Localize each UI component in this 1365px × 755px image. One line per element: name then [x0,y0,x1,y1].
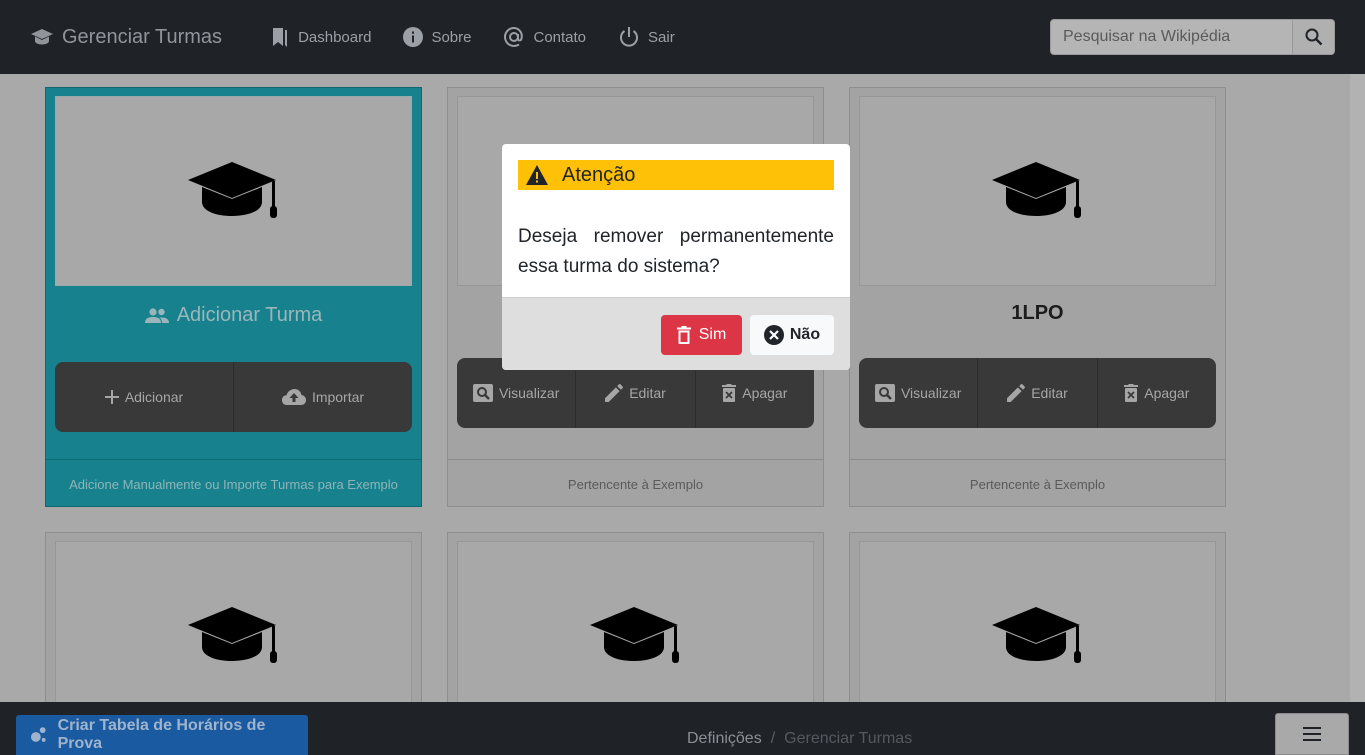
trash-icon [722,384,737,402]
users-icon [144,307,169,323]
graduation-cap-icon [589,607,679,663]
confirm-yes-button[interactable]: Sim [661,315,742,355]
bubbles-icon [30,727,46,742]
nav-dashboard-label: Dashboard [298,28,372,46]
class-card-footer: Pertencente à Exemplo [850,459,1225,508]
pencil-icon [1007,384,1026,402]
cloud-upload-icon [281,389,306,405]
class-card-actions: Visualizar Editar Apagar [859,358,1216,428]
breadcrumb-item-current: Gerenciar Turmas [784,730,913,747]
view-button[interactable]: Visualizar [859,358,979,428]
edit-button-label: Editar [629,385,666,401]
card-image [859,96,1216,286]
nav-contato-label: Contato [533,28,587,46]
power-icon [620,27,638,47]
add-card-actions: Adicionar Importar [55,362,412,432]
modal-header: Atenção [518,160,834,190]
graduation-cap-icon [187,162,277,218]
warning-icon [526,165,548,185]
add-button[interactable]: Adicionar [55,362,234,432]
nav-sobre-label: Sobre [431,28,472,46]
delete-button-label: Apagar [1144,385,1190,401]
class-card [45,532,422,731]
brand[interactable]: Gerenciar Turmas [30,26,222,49]
search-image-icon [472,384,493,402]
create-exam-schedule-button[interactable]: Criar Tabela de Horários de Prova [16,715,308,755]
search-image-icon [874,384,895,402]
bottom-bar: Criar Tabela de Horários de Prova Defini… [0,702,1365,755]
view-button-label: Visualizar [900,385,962,401]
confirm-delete-modal: Atenção Deseja remover permanentemente e… [502,144,850,370]
graduation-cap-icon [31,29,53,45]
modal-message: Deseja remover permanentemente essa turm… [518,226,834,277]
nav-contato[interactable]: Contato [503,26,586,48]
bookmark-icon [273,28,288,47]
search-icon [1305,28,1322,46]
search-form [1050,19,1335,55]
graduation-cap-icon [187,607,277,663]
breadcrumb: Definições / Gerenciar Turmas [687,730,912,748]
nav-sobre[interactable]: Sobre [403,27,471,47]
graduation-cap-icon [991,607,1081,663]
search-input[interactable] [1050,19,1293,55]
import-button[interactable]: Importar [234,362,412,432]
delete-button-label: Apagar [742,385,788,401]
close-circle-icon [763,325,784,345]
modal-title: Atenção [562,163,636,186]
import-button-label: Importar [311,389,365,405]
class-card-title: 1LPO [1011,302,1064,324]
add-card-footer: Adicione Manualmente ou Importe Turmas p… [46,459,421,508]
modal-footer: Sim Não [502,297,850,370]
confirm-no-label: Não [789,326,821,343]
confirm-yes-label: Sim [698,326,727,343]
delete-button[interactable]: Apagar [1098,358,1216,428]
plus-icon [104,390,119,404]
card-image [55,96,412,286]
top-navbar: Gerenciar Turmas Dashboard Sobre Contato… [0,0,1365,74]
page-scrollbar[interactable] [1350,74,1365,702]
confirm-no-button[interactable]: Não [750,315,834,355]
edit-button[interactable]: Editar [978,358,1098,428]
nav-dashboard[interactable]: Dashboard [270,26,371,48]
hamburger-icon [1303,727,1321,741]
info-icon [403,27,424,47]
class-card-footer: Pertencente à Exemplo [448,459,823,508]
nav-sair-label: Sair [648,28,675,46]
add-class-card: Adicionar Turma Adicionar Importar Adici… [45,87,422,507]
breadcrumb-item-definicoes[interactable]: Definições [687,730,762,748]
menu-button[interactable] [1275,713,1349,755]
nav-sair[interactable]: Sair [618,26,675,48]
add-class-title-text: Adicionar Turma [176,304,323,326]
breadcrumb-separator: / [770,730,776,747]
trash-icon [1124,384,1139,402]
search-button[interactable] [1293,19,1335,55]
class-card: 1LPO Visualizar Editar Apagar Pertencent… [849,87,1226,507]
class-card [849,532,1226,731]
edit-button-label: Editar [1031,385,1068,401]
at-icon [504,26,524,47]
graduation-cap-icon [991,162,1081,218]
trash-icon [676,326,691,344]
view-button-label: Visualizar [498,385,560,401]
add-class-title: Adicionar Turma [46,304,421,327]
create-exam-schedule-label: Criar Tabela de Horários de Prova [57,717,266,752]
add-button-label: Adicionar [124,389,184,405]
pencil-icon [605,384,624,402]
brand-title: Gerenciar Turmas [62,25,223,48]
class-card [447,532,824,731]
